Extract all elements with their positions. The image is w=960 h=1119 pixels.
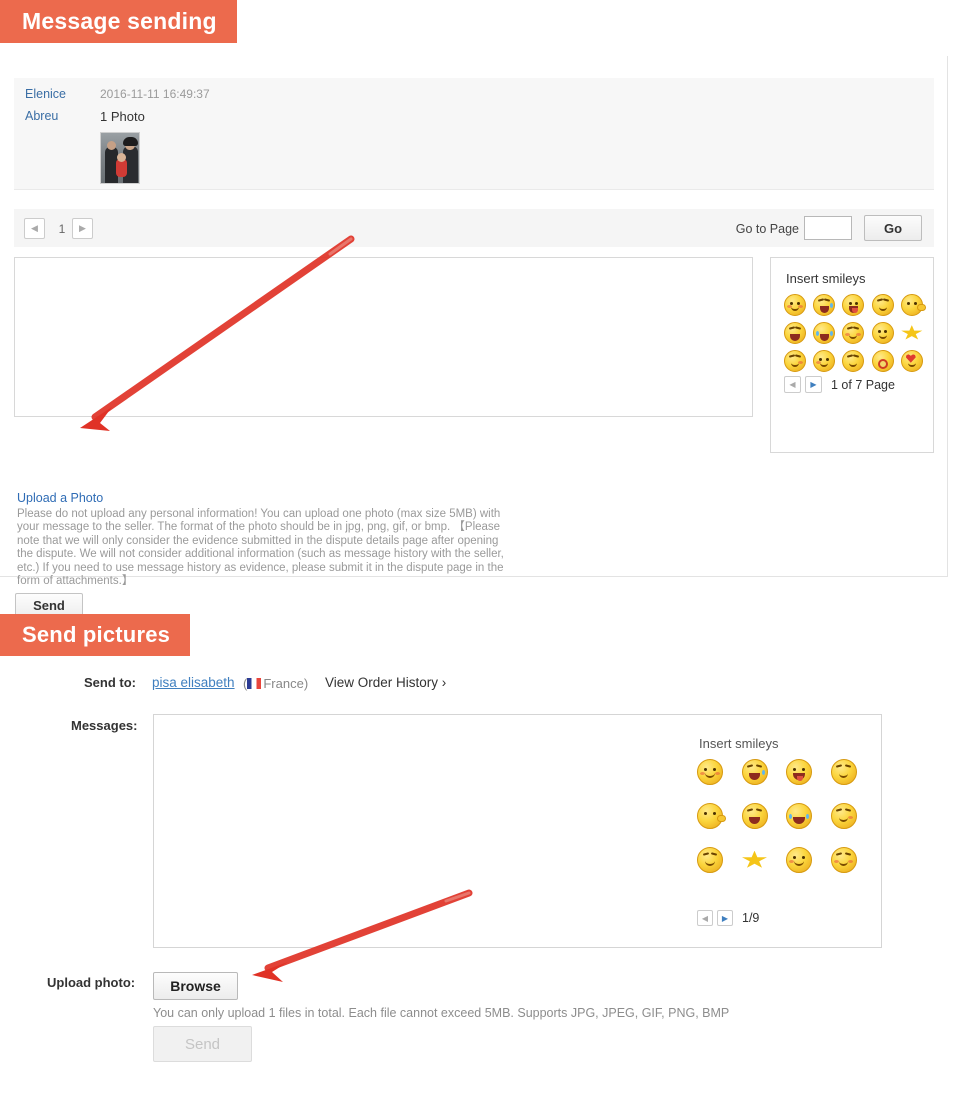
insert-smileys-panel-lower: Insert smileys ◀ ▶ 1/9 bbox=[685, 714, 882, 948]
message-sender-lastname: Abreu bbox=[25, 109, 59, 123]
smiley-star-dizzy[interactable] bbox=[742, 847, 768, 873]
message-sending-panel: Elenice Abreu 2016-11-11 16:49:37 1 Phot… bbox=[0, 56, 948, 618]
smiley-facepalm[interactable] bbox=[830, 759, 857, 785]
smiley-laugh-open[interactable] bbox=[784, 322, 806, 344]
smiley-grid-lower bbox=[697, 759, 867, 873]
flag-france-icon bbox=[247, 678, 262, 689]
upload-photo-label: Upload photo: bbox=[47, 975, 136, 990]
browse-button[interactable]: Browse bbox=[153, 972, 238, 1000]
smiley-star-dizzy[interactable] bbox=[901, 322, 923, 344]
insert-smileys-panel-upper: Insert smileys ◀ ▶ 1 of 7 Page bbox=[770, 257, 934, 453]
smiley-shush[interactable] bbox=[900, 294, 926, 316]
smiley-giggle[interactable] bbox=[842, 322, 865, 344]
smiley-laugh-open[interactable] bbox=[741, 803, 768, 829]
compose-message-textarea[interactable] bbox=[14, 257, 753, 417]
smiley-sleepy[interactable] bbox=[842, 350, 865, 372]
smiley-page-indicator-upper: 1 of 7 Page bbox=[831, 377, 895, 392]
section-banner-message-sending: Message sending bbox=[0, 0, 237, 43]
message-attachment-count: 1 Photo bbox=[100, 109, 145, 124]
message-photo-thumbnail[interactable] bbox=[100, 132, 140, 184]
smiley-tongue-out[interactable] bbox=[842, 294, 865, 316]
send-button-lower[interactable]: Send bbox=[153, 1026, 252, 1062]
chevron-right-icon[interactable]: ▶ bbox=[805, 376, 822, 393]
send-to-recipient-link[interactable]: pisa elisabeth bbox=[152, 675, 235, 690]
smiley-page-indicator-lower: 1/9 bbox=[742, 911, 760, 925]
send-to-label: Send to: bbox=[84, 675, 136, 690]
smiley-neutral[interactable] bbox=[697, 759, 723, 785]
goto-page-label: Go to Page bbox=[735, 222, 799, 236]
smiley-neutral[interactable] bbox=[784, 294, 806, 316]
chevron-left-icon[interactable]: ◀ bbox=[697, 910, 713, 926]
page-root: Message sending Elenice Abreu 2016-11-11… bbox=[0, 0, 960, 1119]
send-to-row: Send to: pisa elisabeth (France) View Or… bbox=[0, 675, 960, 695]
upload-a-photo-link[interactable]: Upload a Photo bbox=[17, 491, 103, 505]
smiley-shush[interactable] bbox=[697, 803, 726, 829]
messages-label: Messages: bbox=[71, 718, 138, 733]
message-history-card: Elenice Abreu 2016-11-11 16:49:37 1 Phot… bbox=[14, 78, 934, 190]
smiley-pray[interactable] bbox=[830, 803, 857, 829]
smiley-love-heart[interactable] bbox=[900, 350, 923, 372]
smiley-sleepy[interactable] bbox=[697, 847, 723, 873]
section-banner-send-pictures: Send pictures bbox=[0, 614, 191, 656]
chevron-left-icon[interactable]: ◀ bbox=[24, 218, 45, 239]
smiley-grid-upper bbox=[784, 294, 926, 372]
send-to-country-name: France bbox=[263, 676, 304, 691]
banner-title-send-pictures: Send pictures bbox=[22, 622, 171, 647]
smiley-cry-laugh[interactable] bbox=[813, 322, 836, 344]
upload-hint-text: You can only upload 1 files in total. Ea… bbox=[153, 1006, 730, 1020]
chevron-right-icon[interactable]: ▶ bbox=[72, 218, 93, 239]
smiley-laugh-tears[interactable] bbox=[813, 294, 836, 316]
smiley-sly[interactable] bbox=[784, 350, 806, 372]
messages-textarea[interactable] bbox=[153, 714, 686, 948]
smiley-kiss-ring[interactable] bbox=[871, 350, 894, 372]
chevron-right-icon: › bbox=[441, 675, 447, 690]
chevron-right-icon[interactable]: ▶ bbox=[717, 910, 733, 926]
chevron-left-icon[interactable]: ◀ bbox=[784, 376, 801, 393]
send-to-country: (France) bbox=[243, 676, 309, 691]
message-history-pagination-bar: ◀ 1 ▶ Go to Page Go bbox=[14, 209, 934, 247]
smiley-pray[interactable] bbox=[871, 322, 894, 344]
smiley-smirk[interactable] bbox=[786, 847, 812, 873]
smiley-facepalm[interactable] bbox=[871, 294, 894, 316]
view-order-history-link[interactable]: View Order History › bbox=[325, 675, 446, 690]
goto-page-input[interactable] bbox=[804, 216, 852, 240]
insert-smileys-title-lower: Insert smileys bbox=[699, 736, 779, 751]
banner-title-message-sending: Message sending bbox=[22, 8, 217, 34]
smiley-tongue-out[interactable] bbox=[786, 759, 812, 785]
go-button[interactable]: Go bbox=[864, 215, 922, 241]
history-current-page: 1 bbox=[58, 222, 66, 236]
insert-smileys-title-upper: Insert smileys bbox=[786, 271, 866, 286]
smiley-cry-laugh[interactable] bbox=[786, 803, 812, 829]
upload-disclaimer-text: Please do not upload any personal inform… bbox=[17, 508, 504, 588]
smiley-pager-lower: ◀ ▶ 1/9 bbox=[697, 910, 759, 926]
smiley-smirk[interactable] bbox=[813, 350, 836, 372]
message-sender-firstname: Elenice bbox=[25, 87, 66, 101]
smiley-laugh-tears[interactable] bbox=[741, 759, 768, 785]
smiley-giggle[interactable] bbox=[830, 847, 857, 873]
view-order-history-label: View Order History bbox=[325, 675, 439, 690]
smiley-pager-upper: ◀ ▶ 1 of 7 Page bbox=[784, 376, 895, 393]
message-timestamp: 2016-11-11 16:49:37 bbox=[100, 87, 210, 101]
